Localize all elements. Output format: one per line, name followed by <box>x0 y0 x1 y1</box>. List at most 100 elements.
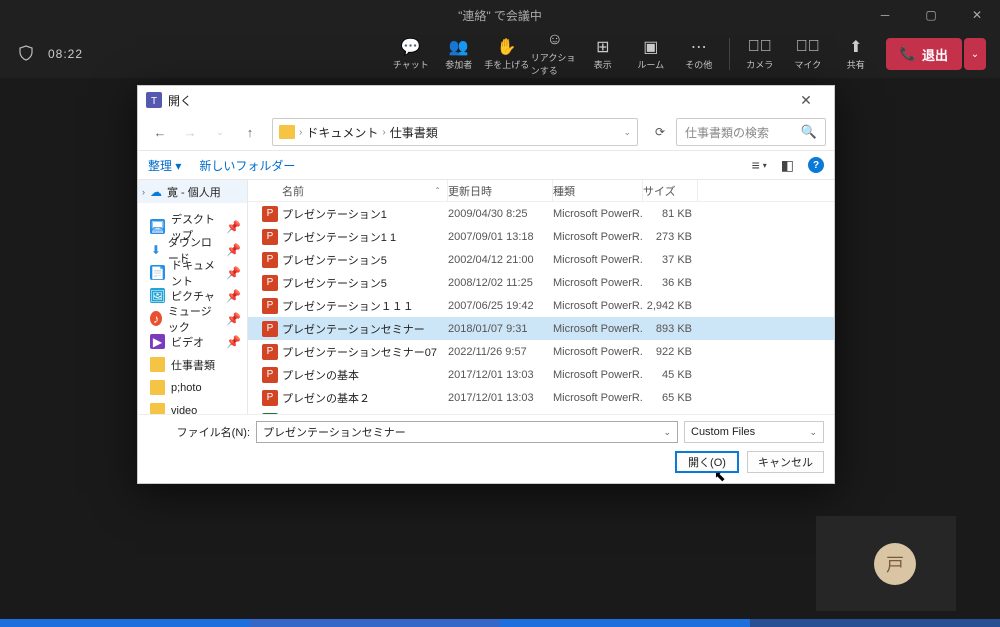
teams-icon: T <box>146 92 162 108</box>
people-icon: 👥 <box>449 38 469 56</box>
refresh-button[interactable]: ⟳ <box>646 118 674 146</box>
fold-icon <box>150 357 165 372</box>
camera-icon: 📷⃠ <box>748 38 772 56</box>
toolbar-raise-hand[interactable]: ✋手を上げる <box>483 31 531 77</box>
filename-input[interactable]: プレゼンテーションセミナー⌄ <box>256 421 678 443</box>
tree-item[interactable]: ♪ミュージック📌 <box>138 307 247 330</box>
ppt-icon: P <box>262 229 278 245</box>
dialog-close-button[interactable]: ✕ <box>786 89 826 111</box>
ppt-icon: P <box>262 367 278 383</box>
col-date[interactable]: 更新日時 <box>448 180 553 201</box>
dialog-title: 開く <box>168 92 192 109</box>
recent-button[interactable]: ⌄ <box>206 118 234 146</box>
file-filter-select[interactable]: Custom Files⌄ <box>684 421 824 443</box>
ppt-icon: P <box>262 206 278 222</box>
ppt-icon: P <box>262 390 278 406</box>
fold-icon <box>150 403 165 414</box>
tree-item[interactable]: ▶ビデオ📌 <box>138 330 247 353</box>
windows-taskbar <box>0 619 1000 627</box>
meeting-toolbar: 08:22 💬チャット👥参加者✋手を上げる☺リアクションする⊞表示▣ルーム⋯その… <box>0 30 1000 78</box>
view-options-button[interactable]: ≡ ▾ <box>752 157 767 173</box>
pin-icon: 📌 <box>226 289 241 303</box>
doc-icon: 📄 <box>150 265 165 280</box>
col-size[interactable]: サイズ <box>643 180 698 201</box>
toolbar-rooms[interactable]: ▣ルーム <box>627 31 675 77</box>
onedrive-icon: ☁ <box>149 185 163 199</box>
file-row[interactable]: Pプレゼンテーションセミナー072022/11/26 9:57Microsoft… <box>248 340 834 363</box>
chat-icon: 💬 <box>401 38 421 56</box>
video-icon: ▶ <box>150 334 165 349</box>
tree-item[interactable]: 仕事書類 <box>138 353 247 376</box>
xls-icon: X <box>262 413 278 415</box>
preview-pane-button[interactable]: ◧ <box>781 157 794 174</box>
window-title: "連絡" で会議中 <box>458 7 542 24</box>
rooms-icon: ▣ <box>643 38 658 56</box>
share-icon: ⬆ <box>849 38 862 56</box>
phone-icon: 📞 <box>900 46 916 62</box>
address-bar[interactable]: › ドキュメント › 仕事書類 ⌄ <box>272 118 638 146</box>
ppt-icon: P <box>262 344 278 360</box>
search-input[interactable]: 仕事書類の検索 🔍 <box>676 118 826 146</box>
toolbar-react[interactable]: ☺リアクションする <box>531 31 579 77</box>
file-row[interactable]: Pプレゼンテーション52008/12/02 11:25Microsoft Pow… <box>248 271 834 294</box>
toolbar-mic[interactable]: 🎤⃠マイク <box>784 31 832 77</box>
help-button[interactable]: ? <box>808 157 824 173</box>
file-open-dialog: T 開く ✕ ← → ⌄ ↑ › ドキュメント › 仕事書類 ⌄ ⟳ 仕事書類の… <box>137 85 835 484</box>
file-row[interactable]: Pプレゼンの基本２2017/12/01 13:03Microsoft Power… <box>248 386 834 409</box>
toolbar-more[interactable]: ⋯その他 <box>675 31 723 77</box>
pin-icon: 📌 <box>226 335 241 349</box>
fold-icon <box>150 380 165 395</box>
pin-icon: 📌 <box>226 243 241 257</box>
file-row[interactable]: Pプレゼンテーション52002/04/12 21:00Microsoft Pow… <box>248 248 834 271</box>
desktop-icon: 🖥 <box>150 219 165 234</box>
tree-item[interactable]: p;hoto <box>138 376 247 399</box>
breadcrumb-1[interactable]: 仕事書類 <box>390 124 438 141</box>
new-folder-button[interactable]: 新しいフォルダー <box>199 157 295 174</box>
meeting-timer: 08:22 <box>48 47 83 61</box>
maximize-button[interactable]: ▢ <box>908 0 954 30</box>
search-icon: 🔍 <box>801 124 817 140</box>
view-icon: ⊞ <box>596 38 609 56</box>
dl-icon: ⬇ <box>150 242 162 257</box>
raise-hand-icon: ✋ <box>497 38 517 56</box>
mic-icon: 🎤⃠ <box>796 38 820 56</box>
ppt-icon: P <box>262 298 278 314</box>
ppt-icon: P <box>262 321 278 337</box>
file-row[interactable]: Xフローチャート2007/03/04 13:16Microsoft Excel … <box>248 409 834 414</box>
music-icon: ♪ <box>150 311 162 326</box>
forward-button[interactable]: → <box>176 118 204 146</box>
column-headers: 名前⌃ 更新日時 種類 サイズ <box>248 180 834 202</box>
breadcrumb-0[interactable]: ドキュメント <box>306 124 378 141</box>
leave-button[interactable]: 📞 退出 <box>886 38 962 70</box>
back-button[interactable]: ← <box>146 118 174 146</box>
tree-item[interactable]: video <box>138 399 247 414</box>
pin-icon: 📌 <box>226 312 241 326</box>
toolbar-view[interactable]: ⊞表示 <box>579 31 627 77</box>
file-row[interactable]: Pプレゼンテーションセミナー2018/01/07 9:31Microsoft P… <box>248 317 834 340</box>
toolbar-share[interactable]: ⬆共有 <box>832 31 880 77</box>
file-row[interactable]: Pプレゼンテーション1 12007/09/01 13:18Microsoft P… <box>248 225 834 248</box>
file-row[interactable]: Pプレゼンの基本2017/12/01 13:03Microsoft PowerR… <box>248 363 834 386</box>
leave-options-button[interactable]: ⌄ <box>964 38 986 70</box>
file-row[interactable]: Pプレゼンテーション12009/04/30 8:25Microsoft Powe… <box>248 202 834 225</box>
file-row[interactable]: Pプレゼンテーション１１１2007/06/25 19:42Microsoft P… <box>248 294 834 317</box>
col-name[interactable]: 名前⌃ <box>248 180 448 201</box>
toolbar-chat[interactable]: 💬チャット <box>387 31 435 77</box>
close-button[interactable]: ✕ <box>954 0 1000 30</box>
toolbar-camera[interactable]: 📷⃠カメラ <box>736 31 784 77</box>
react-icon: ☺ <box>547 31 563 49</box>
col-type[interactable]: 種類 <box>553 180 643 201</box>
toolbar-people[interactable]: 👥参加者 <box>435 31 483 77</box>
filename-label: ファイル名(N): <box>148 424 250 440</box>
folder-icon <box>279 125 295 139</box>
nav-tree: › ☁ 寛 - 個人用 🖥デスクトップ📌⬇ダウンロード📌📄ドキュメント📌🖼ピクチ… <box>138 180 248 414</box>
pin-icon: 📌 <box>226 220 241 234</box>
open-button[interactable]: 開く(O) <box>675 451 739 473</box>
cancel-button[interactable]: キャンセル <box>747 451 824 473</box>
minimize-button[interactable]: ─ <box>862 0 908 30</box>
organize-menu[interactable]: 整理 ▾ <box>148 157 181 174</box>
up-button[interactable]: ↑ <box>236 118 264 146</box>
avatar: 戸 <box>874 543 916 585</box>
tree-item-onedrive[interactable]: › ☁ 寛 - 個人用 <box>138 180 247 203</box>
tree-item[interactable]: 📄ドキュメント📌 <box>138 261 247 284</box>
